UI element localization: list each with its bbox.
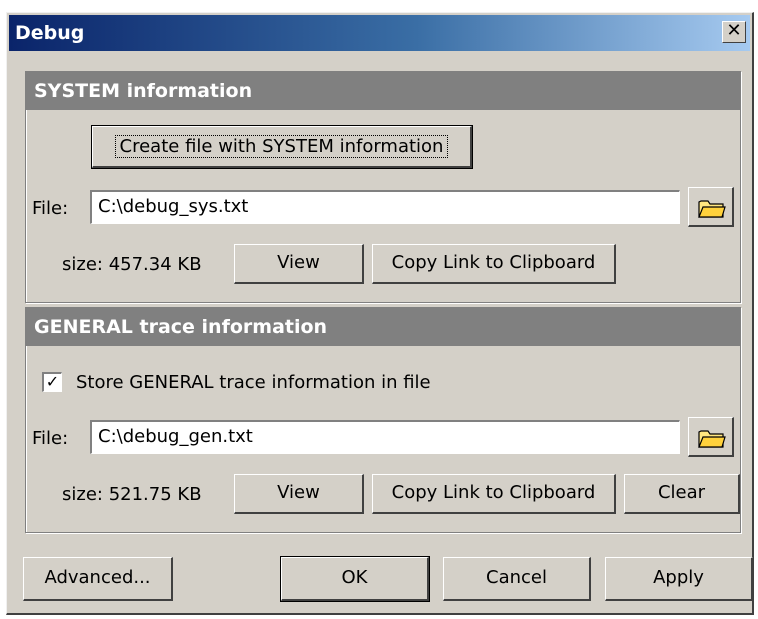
advanced-button[interactable]: Advanced...: [23, 557, 173, 601]
cancel-button[interactable]: Cancel: [443, 557, 591, 601]
general-size-label: size: 521.75 KB: [62, 484, 202, 505]
store-general-checkbox[interactable]: ✓: [42, 372, 62, 392]
ok-label: OK: [341, 567, 368, 588]
system-file-input[interactable]: C:\debug_sys.txt: [90, 190, 680, 224]
general-copy-link-label: Copy Link to Clipboard: [391, 482, 596, 503]
general-file-input[interactable]: C:\debug_gen.txt: [90, 420, 680, 454]
apply-button[interactable]: Apply: [605, 557, 753, 601]
close-button[interactable]: ✕: [722, 21, 746, 43]
general-group-header: GENERAL trace information: [26, 308, 740, 346]
apply-label: Apply: [653, 567, 704, 588]
general-browse-button[interactable]: [688, 417, 734, 457]
create-system-file-label: Create file with SYSTEM information: [114, 135, 449, 158]
folder-icon: [698, 430, 726, 448]
system-view-label: View: [277, 252, 320, 273]
system-view-button[interactable]: View: [234, 244, 364, 284]
check-icon: ✓: [45, 372, 60, 391]
store-general-label[interactable]: Store GENERAL trace information in file: [76, 372, 431, 393]
debug-dialog: Debug ✕ SYSTEM information Create file w…: [6, 12, 754, 615]
title-bar[interactable]: Debug ✕: [9, 15, 750, 51]
system-header-label: SYSTEM information: [34, 80, 253, 102]
general-file-value: C:\debug_gen.txt: [98, 426, 253, 447]
system-group: SYSTEM information Create file with SYST…: [25, 71, 741, 303]
system-file-value: C:\debug_sys.txt: [98, 196, 249, 217]
system-file-label: File:: [32, 198, 69, 219]
system-size-label: size: 457.34 KB: [62, 254, 202, 275]
cancel-label: Cancel: [486, 567, 547, 588]
general-file-label: File:: [32, 428, 69, 449]
general-view-label: View: [277, 482, 320, 503]
system-copy-link-button[interactable]: Copy Link to Clipboard: [372, 244, 616, 284]
general-group: GENERAL trace information ✓ Store GENERA…: [25, 307, 741, 533]
close-icon: ✕: [726, 20, 742, 41]
general-copy-link-button[interactable]: Copy Link to Clipboard: [372, 474, 616, 514]
folder-icon: [698, 200, 726, 218]
general-view-button[interactable]: View: [234, 474, 364, 514]
system-copy-link-label: Copy Link to Clipboard: [391, 252, 596, 273]
system-browse-button[interactable]: [688, 187, 734, 227]
advanced-label: Advanced...: [44, 567, 151, 588]
general-clear-label: Clear: [657, 482, 706, 503]
system-group-header: SYSTEM information: [26, 72, 740, 110]
window-title: Debug: [15, 22, 85, 44]
general-header-label: GENERAL trace information: [34, 316, 328, 338]
general-clear-button[interactable]: Clear: [624, 474, 740, 514]
ok-button[interactable]: OK: [280, 556, 430, 602]
create-system-file-button[interactable]: Create file with SYSTEM information: [91, 125, 473, 169]
